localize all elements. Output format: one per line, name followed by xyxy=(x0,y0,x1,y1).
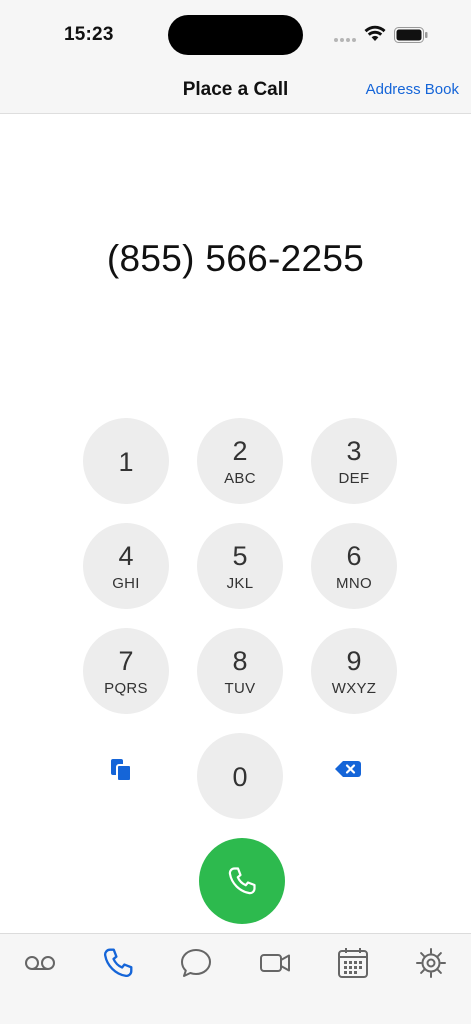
tab-phone[interactable] xyxy=(96,946,140,980)
calendar-icon xyxy=(338,948,368,978)
key-letters: MNO xyxy=(336,575,372,592)
status-time: 15:23 xyxy=(64,24,114,45)
key-0[interactable]: 0 xyxy=(197,733,283,819)
voicemail-icon xyxy=(25,956,55,970)
key-digit: 0 xyxy=(232,762,248,792)
key-5[interactable]: 5 JKL xyxy=(197,523,283,609)
paste-icon[interactable] xyxy=(109,757,135,788)
key-2[interactable]: 2 ABC xyxy=(197,418,283,504)
key-digit: 2 xyxy=(232,436,248,466)
tab-video[interactable] xyxy=(253,946,297,980)
battery-icon xyxy=(394,27,428,48)
phone-icon xyxy=(228,867,256,895)
key-digit: 6 xyxy=(346,541,362,571)
navigation-bar: Place a Call Address Book xyxy=(0,68,471,114)
key-1[interactable]: 1 xyxy=(83,418,169,504)
key-letters: TUV xyxy=(224,680,256,697)
phone-icon xyxy=(103,948,133,978)
status-bar: 15:23 xyxy=(0,0,471,68)
tab-messages[interactable] xyxy=(174,946,218,980)
key-6[interactable]: 6 MNO xyxy=(311,523,397,609)
key-digit: 8 xyxy=(232,646,248,676)
backspace-icon[interactable] xyxy=(334,759,362,784)
key-digit: 9 xyxy=(346,646,362,676)
settings-icon xyxy=(416,948,446,978)
key-letters: ABC xyxy=(224,470,256,487)
dynamic-island xyxy=(168,15,303,55)
key-letters: DEF xyxy=(338,470,370,487)
chat-icon xyxy=(181,949,211,977)
tab-settings[interactable] xyxy=(409,946,453,980)
tab-voicemail[interactable] xyxy=(18,946,62,980)
key-7[interactable]: 7 PQRS xyxy=(83,628,169,714)
dialed-number: (855) 566-2255 xyxy=(106,238,365,279)
tab-calendar[interactable] xyxy=(331,946,375,980)
key-4[interactable]: 4 GHI xyxy=(83,523,169,609)
key-digit: 3 xyxy=(346,436,362,466)
key-3[interactable]: 3 DEF xyxy=(311,418,397,504)
wifi-icon xyxy=(364,25,386,47)
call-button[interactable] xyxy=(199,838,285,924)
key-digit: 7 xyxy=(118,646,134,676)
key-letters: JKL xyxy=(226,575,254,592)
key-letters: GHI xyxy=(112,575,140,592)
key-8[interactable]: 8 TUV xyxy=(197,628,283,714)
cellular-signal-icon xyxy=(334,38,356,42)
key-digit: 4 xyxy=(118,541,134,571)
key-letters: WXYZ xyxy=(331,680,377,697)
video-icon xyxy=(260,954,290,972)
key-digit: 5 xyxy=(232,541,248,571)
key-digit: 1 xyxy=(118,447,134,477)
key-9[interactable]: 9 WXYZ xyxy=(311,628,397,714)
address-book-button[interactable]: Address Book xyxy=(366,81,459,98)
key-letters: PQRS xyxy=(104,680,148,697)
tab-bar xyxy=(0,933,471,1024)
